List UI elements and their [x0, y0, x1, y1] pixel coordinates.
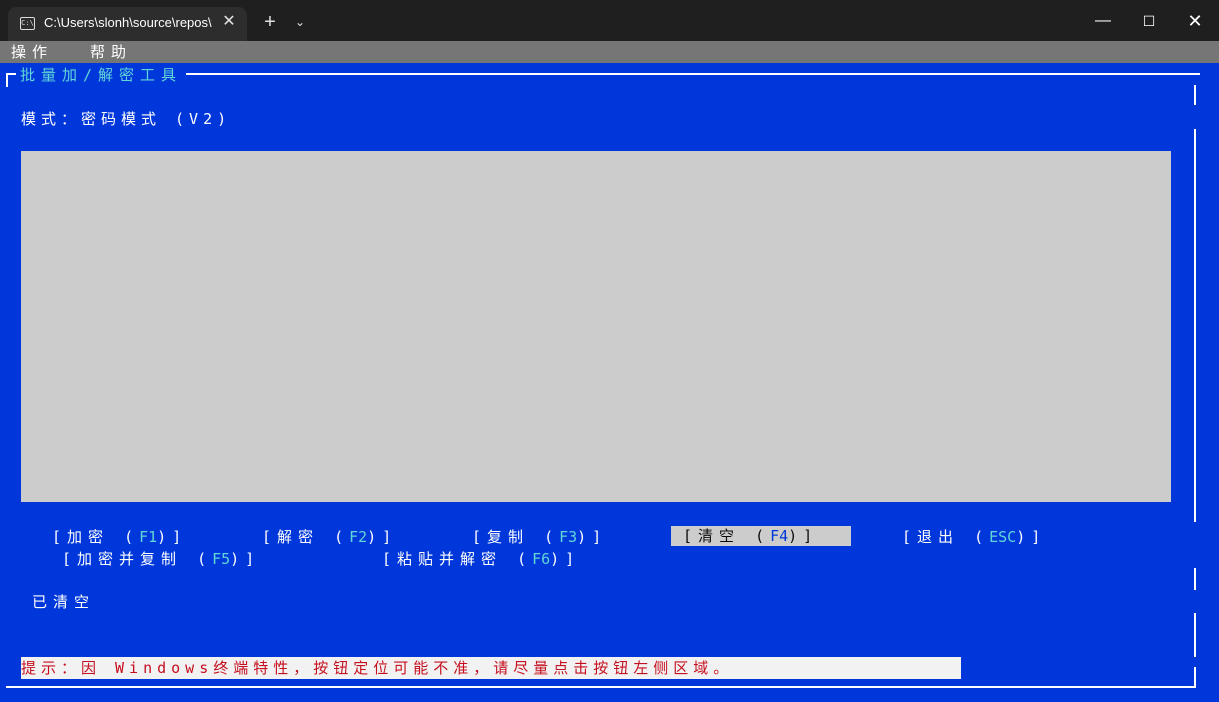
frame-border-bottom: [6, 686, 1196, 688]
hint-bar: 提示：因 Windows终端特性，按钮定位可能不准，请尽量点击按钮左侧区域。: [21, 657, 961, 679]
shortcut-key: F5: [212, 550, 231, 568]
chevron-down-icon[interactable]: ⌄: [290, 12, 310, 32]
close-tab-icon[interactable]: ✕: [220, 13, 238, 31]
shortcut-key: F3: [559, 528, 578, 546]
close-window-icon[interactable]: ✕: [1172, 6, 1218, 36]
shortcut-key: F4: [770, 527, 789, 545]
clear-button[interactable]: [清空 (F4)]: [671, 526, 851, 546]
frame-border-right: [1194, 129, 1196, 522]
app-title: 批量加/解密工具: [16, 65, 187, 85]
frame-border-right: [1194, 568, 1196, 590]
shortcut-key: F6: [532, 550, 551, 568]
input-text-area[interactable]: [21, 151, 1171, 502]
exit-button[interactable]: [退出 (ESC)]: [902, 527, 1046, 547]
window-titlebar: C:\ C:\Users\slonh\source\repos\t ✕ + ⌄ …: [0, 0, 1219, 41]
menu-item-operation[interactable]: 操作: [11, 43, 53, 61]
copy-button[interactable]: [复制 (F3)]: [472, 527, 607, 547]
frame-border-left: [6, 73, 8, 87]
paste-and-decrypt-button[interactable]: [粘贴并解密 (F6)]: [382, 549, 580, 569]
terminal-area: 操作 帮助 批量加/解密工具 模式：密码模式 (V2) [加密 (F1)] [解…: [0, 41, 1219, 702]
encrypt-button[interactable]: [加密 (F1)]: [52, 527, 187, 547]
decrypt-button[interactable]: [解密 (F2)]: [262, 527, 397, 547]
minimize-icon[interactable]: —: [1080, 6, 1126, 36]
frame-border-right: [1194, 613, 1196, 657]
tab-title: C:\Users\slonh\source\repos\t: [44, 15, 212, 30]
shortcut-key: ESC: [989, 528, 1017, 546]
shortcut-key: F2: [349, 528, 368, 546]
new-tab-icon[interactable]: +: [260, 12, 280, 32]
frame-border-right: [1194, 85, 1196, 105]
menu-item-help[interactable]: 帮助: [90, 43, 132, 61]
maximize-icon[interactable]: ☐: [1126, 6, 1172, 36]
encrypt-and-copy-button[interactable]: [加密并复制 (F5)]: [62, 549, 260, 569]
shortcut-key: F1: [139, 528, 158, 546]
hint-text: 提示：因 Windows终端特性，按钮定位可能不准，请尽量点击按钮左侧区域。: [21, 659, 734, 677]
terminal-tab[interactable]: C:\ C:\Users\slonh\source\repos\t ✕: [8, 7, 247, 41]
status-message: 已清空: [32, 593, 96, 611]
mode-label: 模式：密码模式 (V2): [21, 110, 232, 128]
frame-border-right: [1194, 667, 1196, 687]
terminal-icon: C:\: [20, 17, 35, 30]
menu-bar: 操作 帮助: [0, 41, 1219, 63]
